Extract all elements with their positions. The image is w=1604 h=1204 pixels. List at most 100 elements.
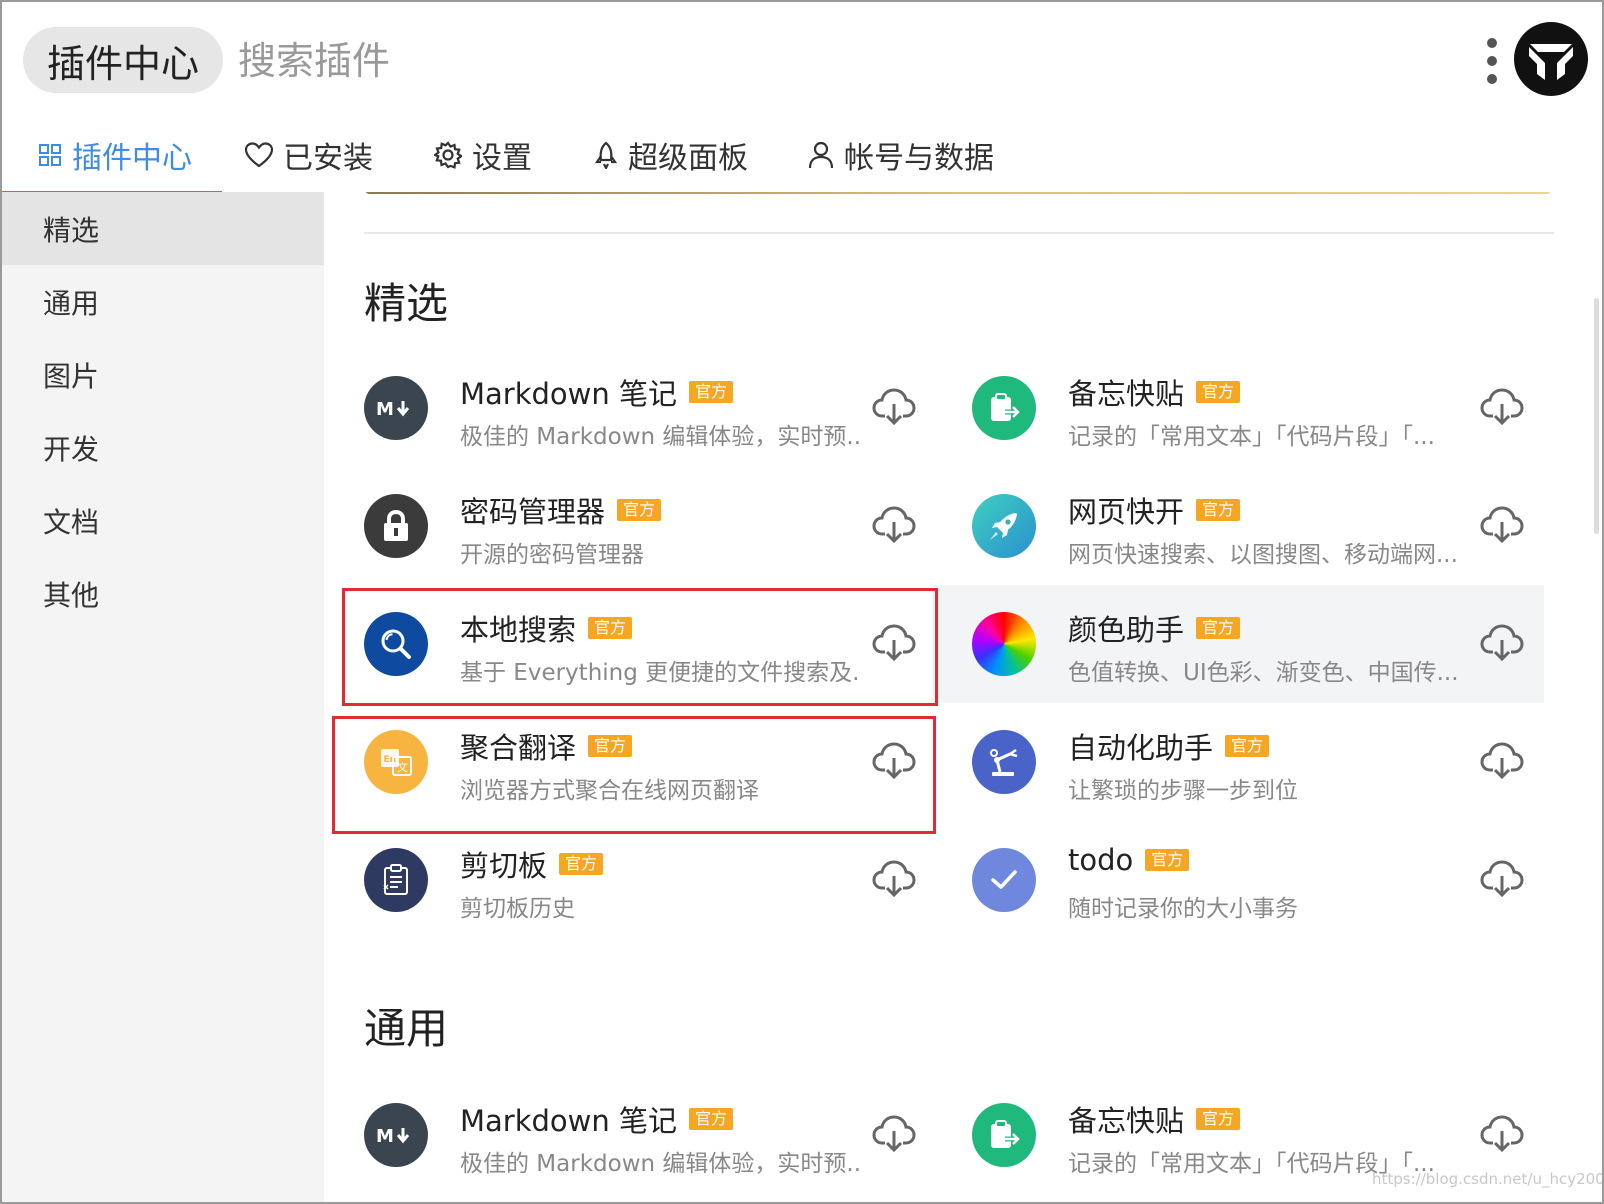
utools-logo-icon[interactable]	[1514, 22, 1588, 96]
plugin-name: 剪切板 官方	[460, 843, 604, 885]
sidebar-item-label: 文档	[43, 505, 100, 539]
markdown-icon: M	[364, 376, 428, 440]
plugin-name: todo 官方	[1068, 843, 1190, 877]
cloud-download-icon[interactable]	[1480, 620, 1524, 664]
check-icon	[972, 848, 1036, 912]
sidebar-item-featured[interactable]: 精选	[2, 192, 324, 265]
plugin-name: Markdown 笔记 官方	[460, 371, 733, 413]
plugin-name: 网页快开 官方	[1068, 489, 1241, 531]
official-badge: 官方	[1196, 617, 1241, 639]
sidebar-item-development[interactable]: 开发	[2, 411, 324, 484]
sidebar-item-label: 通用	[43, 286, 100, 320]
search-input[interactable]	[238, 36, 938, 86]
official-badge: 官方	[1196, 1108, 1241, 1130]
divider	[364, 232, 1554, 234]
search-bar: 插件中心	[2, 2, 1602, 118]
plugin-card-memo[interactable]: 备忘快贴 官方 记录的「常用文本」「代码片段」「...	[932, 349, 1544, 467]
plugin-desc: 网页快速搜索、以图搜图、移动端网...	[1068, 542, 1458, 568]
plugin-desc: 色值转换、UI色彩、渐变色、中国传...	[1068, 660, 1459, 686]
cloud-download-icon[interactable]	[872, 502, 916, 546]
plugin-card-automation[interactable]: 自动化助手 官方 让繁琐的步骤一步到位	[932, 703, 1544, 821]
sidebar-item-other[interactable]: 其他	[2, 557, 324, 630]
cloud-download-icon[interactable]	[1480, 856, 1524, 900]
tab-label: 帐号与数据	[844, 141, 994, 176]
plugin-name: Markdown 笔记 官方	[460, 1098, 733, 1140]
official-badge: 官方	[1225, 735, 1270, 757]
robot-arm-icon	[972, 730, 1036, 794]
rocket-icon	[972, 494, 1036, 558]
clipboard-paste-icon	[972, 1103, 1036, 1167]
plugin-desc: 剪切板历史	[460, 896, 575, 922]
sidebar-item-label: 精选	[43, 213, 100, 247]
plugin-card-markdown[interactable]: M Markdown 笔记 官方 极佳的 Markdown 编辑体验，实时预...	[324, 349, 936, 467]
markdown-icon: M	[364, 1103, 428, 1167]
tab-label: 设置	[472, 141, 532, 176]
grid-icon	[38, 143, 62, 167]
plugin-desc: 随时记录你的大小事务	[1068, 896, 1298, 922]
plugin-card-password-manager[interactable]: 密码管理器 官方 开源的密码管理器	[324, 467, 936, 585]
cloud-download-icon[interactable]	[1480, 738, 1524, 782]
more-vertical-icon[interactable]	[1484, 38, 1500, 84]
official-badge: 官方	[1196, 381, 1241, 403]
tab-account-data[interactable]: 帐号与数据	[808, 118, 994, 192]
banner[interactable]	[364, 192, 1552, 194]
category-sidebar: 精选 通用 图片 开发 文档 其他	[2, 192, 324, 1202]
plugin-card-todo[interactable]: todo 官方 随时记录你的大小事务	[932, 821, 1544, 939]
search-scope-pill[interactable]: 插件中心	[23, 27, 224, 93]
cloud-download-icon[interactable]	[872, 1111, 916, 1155]
sidebar-item-images[interactable]: 图片	[2, 338, 324, 411]
cloud-download-icon[interactable]	[872, 384, 916, 428]
clipboard-list-icon	[364, 848, 428, 912]
section-title-general: 通用	[364, 1004, 449, 1053]
rocket-icon	[594, 141, 618, 169]
plugin-name: 备忘快贴 官方	[1068, 371, 1241, 413]
official-badge: 官方	[617, 499, 662, 521]
plugin-name: 备忘快贴 官方	[1068, 1098, 1241, 1140]
plugin-card-clipboard[interactable]: 剪切板 官方 剪切板历史	[324, 821, 936, 939]
official-badge: 官方	[1145, 849, 1190, 871]
tab-super-panel[interactable]: 超级面板	[594, 118, 748, 192]
plugin-list: 精选 M Markdown 笔记 官方 极佳的 Markdown 编辑体验，实时预…	[324, 192, 1602, 1202]
plugin-desc: 记录的「常用文本」「代码片段」「...	[1068, 424, 1435, 450]
sidebar-item-label: 开发	[43, 432, 100, 466]
main-tabs: 插件中心 已安装 设置 超级面板 帐号与数据	[2, 118, 1602, 194]
tab-label: 已安装	[283, 141, 373, 176]
svg-text:M: M	[376, 1126, 394, 1146]
official-badge: 官方	[1196, 499, 1241, 521]
search-scope-label: 插件中心	[47, 41, 200, 86]
plugin-name: 颜色助手 官方	[1068, 607, 1241, 649]
official-badge: 官方	[559, 853, 604, 875]
plugin-card-markdown[interactable]: M Markdown 笔记 官方 极佳的 Markdown 编辑体验，实时预...	[324, 1076, 936, 1194]
sidebar-item-documents[interactable]: 文档	[2, 484, 324, 557]
sidebar-item-general[interactable]: 通用	[2, 265, 324, 338]
tab-settings[interactable]: 设置	[434, 118, 532, 192]
gear-icon	[434, 141, 462, 169]
lock-icon	[364, 494, 428, 558]
official-badge: 官方	[688, 381, 733, 403]
official-badge: 官方	[688, 1108, 733, 1130]
color-wheel-icon	[972, 612, 1036, 676]
app-window: 插件中心 插件中心 已安装	[0, 0, 1604, 1204]
plugin-card-web-quick-open[interactable]: 网页快开 官方 网页快速搜索、以图搜图、移动端网...	[932, 467, 1544, 585]
tab-label: 插件中心	[72, 141, 192, 176]
cloud-download-icon[interactable]	[1480, 502, 1524, 546]
plugin-desc: 极佳的 Markdown 编辑体验，实时预...	[460, 1151, 860, 1177]
clipboard-paste-icon	[972, 376, 1036, 440]
section-title-featured: 精选	[364, 279, 449, 328]
tab-plugin-center[interactable]: 插件中心	[2, 118, 222, 194]
cloud-download-icon[interactable]	[872, 856, 916, 900]
tab-label: 超级面板	[628, 141, 748, 176]
scrollbar-thumb[interactable]	[1594, 298, 1599, 534]
heart-icon	[245, 142, 273, 168]
plugin-name: 密码管理器 官方	[460, 489, 662, 531]
plugin-card-color-assistant[interactable]: 颜色助手 官方 色值转换、UI色彩、渐变色、中国传...	[932, 585, 1544, 703]
tab-installed[interactable]: 已安装	[245, 118, 373, 192]
highlight-box-translate	[332, 716, 936, 834]
plugin-name: 自动化助手 官方	[1068, 725, 1270, 767]
cloud-download-icon[interactable]	[1480, 1111, 1524, 1155]
plugin-desc: 极佳的 Markdown 编辑体验，实时预...	[460, 424, 860, 450]
highlight-box-local-search	[342, 588, 938, 706]
plugin-desc: 开源的密码管理器	[460, 542, 644, 568]
svg-text:M: M	[376, 399, 394, 419]
cloud-download-icon[interactable]	[1480, 384, 1524, 428]
